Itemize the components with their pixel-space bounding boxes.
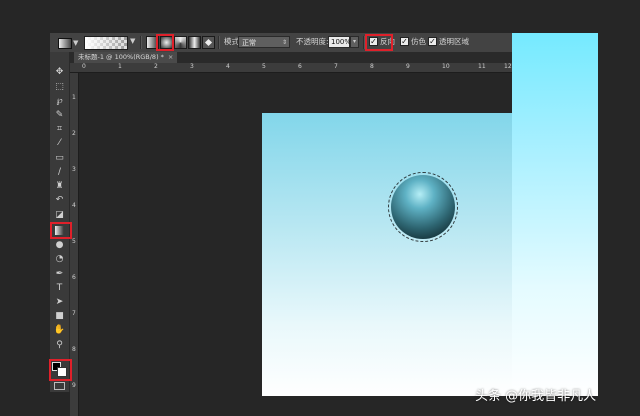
chevron-down-icon: ▼ (73, 39, 79, 47)
ruler-number: 10 (442, 63, 450, 70)
opacity-input[interactable]: 100% (328, 36, 351, 48)
color-swatch-highlight (49, 359, 72, 381)
dither-checkbox[interactable]: ✓ (400, 37, 409, 46)
selection-marquee[interactable] (388, 172, 458, 242)
ruler-number: 5 (262, 63, 266, 70)
watermark: 头条 @你我皆非凡人 (475, 389, 597, 404)
reverse-highlight (365, 34, 393, 51)
gradient-tool-highlight (50, 222, 72, 239)
ruler-number: 1 (72, 94, 76, 101)
ruler-number: 12 (504, 63, 512, 70)
chevron-down-icon[interactable]: ▼ (130, 37, 135, 45)
ruler-number: 7 (72, 310, 76, 317)
move-tool-icon[interactable]: ✥ (52, 66, 67, 78)
document-tab[interactable]: 未标题-1 @ 100%(RGB/8) * × (74, 52, 178, 63)
quick-mask-icon[interactable] (54, 382, 65, 390)
angle-gradient-icon[interactable] (174, 36, 187, 49)
chevron-down-icon[interactable]: ▾ (350, 36, 359, 48)
divider (218, 36, 220, 49)
tool-preset-picker[interactable]: ▼ (58, 36, 80, 49)
transparency-checkbox[interactable]: ✓ (428, 37, 437, 46)
diamond-gradient-icon[interactable] (202, 36, 215, 49)
healing-brush-tool-icon[interactable]: ▭ (52, 152, 67, 164)
opacity-label: 不透明度: (296, 37, 329, 46)
shape-tool-icon[interactable]: ■ (52, 310, 67, 322)
type-tool-icon[interactable]: T (52, 282, 67, 294)
ruler-number: 0 (82, 63, 86, 70)
gradient-tool-preset-icon (58, 38, 72, 49)
ruler-horizontal[interactable]: 0 1 2 3 4 5 6 7 8 9 10 11 12 (70, 63, 512, 73)
clone-stamp-tool-icon[interactable]: ♜ (52, 180, 67, 192)
ruler-number: 3 (72, 166, 76, 173)
document-canvas[interactable] (262, 113, 512, 396)
divider (140, 36, 142, 49)
eraser-tool-icon[interactable]: ◪ (52, 209, 67, 221)
adjacent-document-canvas (512, 33, 598, 396)
ruler-number: 1 (118, 63, 122, 70)
ruler-number: 8 (370, 63, 374, 70)
chevron-down-icon: ⇕ (281, 39, 287, 46)
path-select-tool-icon[interactable]: ➤ (52, 296, 67, 308)
ruler-number: 2 (72, 130, 76, 137)
document-tab-bar: 未标题-1 @ 100%(RGB/8) * × (70, 52, 512, 63)
document-tab-title: 未标题-1 @ 100%(RGB/8) * (78, 53, 164, 61)
reflected-gradient-icon[interactable] (188, 36, 201, 49)
ruler-number: 9 (72, 382, 76, 389)
history-brush-tool-icon[interactable]: ↶ (52, 194, 67, 206)
ruler-number: 9 (406, 63, 410, 70)
ruler-number: 2 (154, 63, 158, 70)
lasso-tool-icon[interactable]: ℘ (52, 95, 67, 107)
marquee-tool-icon[interactable]: ⬚ (52, 81, 67, 93)
ruler-number: 4 (72, 202, 76, 209)
hand-tool-icon[interactable]: ✋ (52, 324, 67, 336)
options-bar: ▼ ▼ 模式: 正常 ⇕ 不透明度: 100% ▾ ✓ 反向 ✓ 仿色 ✓ 透明… (50, 33, 512, 53)
mode-value: 正常 (242, 39, 256, 47)
gradient-picker[interactable] (84, 36, 128, 50)
quick-select-tool-icon[interactable]: ✎ (52, 109, 67, 121)
ruler-number: 6 (298, 63, 302, 70)
crop-tool-icon[interactable]: ⌗ (52, 123, 67, 135)
dodge-tool-icon[interactable]: ◔ (52, 253, 67, 265)
mode-select[interactable]: 正常 ⇕ (238, 36, 290, 48)
transparency-label: 透明区域 (439, 37, 469, 46)
brush-tool-icon[interactable]: ∕ (52, 166, 67, 178)
pen-tool-icon[interactable]: ✒ (52, 268, 67, 280)
ruler-number: 6 (72, 274, 76, 281)
ruler-number: 11 (478, 63, 486, 70)
ruler-number: 4 (226, 63, 230, 70)
zoom-tool-icon[interactable]: ⚲ (52, 339, 67, 351)
dither-label: 仿色 (411, 37, 426, 46)
close-icon[interactable]: × (168, 53, 173, 61)
blur-tool-icon[interactable]: ● (52, 239, 67, 251)
ruler-number: 8 (72, 346, 76, 353)
eyedropper-tool-icon[interactable]: ⁄ (52, 137, 67, 149)
ruler-number: 3 (190, 63, 194, 70)
ruler-number: 7 (334, 63, 338, 70)
ruler-number: 5 (72, 238, 76, 245)
radial-gradient-highlight (156, 34, 174, 51)
